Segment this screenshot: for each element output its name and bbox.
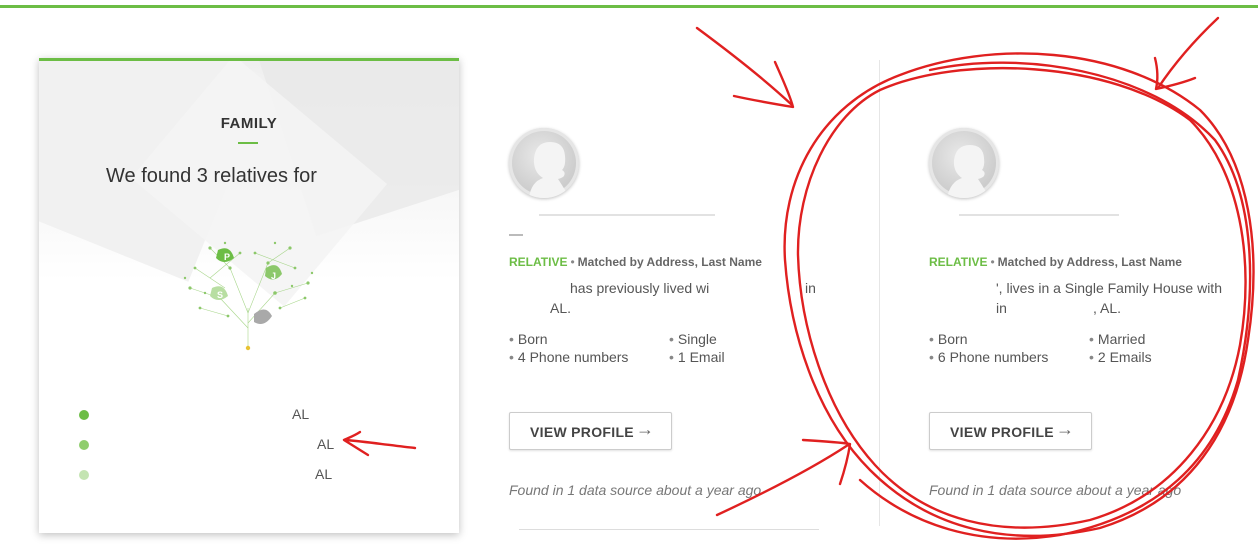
- arrow-right-icon: →: [636, 419, 654, 439]
- fact-item: • Born: [509, 331, 548, 347]
- match-reason: Matched by Address, Last Name: [577, 255, 762, 269]
- annotation-arrow: [801, 438, 852, 486]
- tree-leaf-s: S: [217, 290, 223, 300]
- relative-location: AL: [292, 406, 310, 422]
- fact-item: • 1 Email: [669, 349, 725, 365]
- tree-leaf-p: P: [224, 252, 230, 262]
- view-profile-button[interactable]: VIEW PROFILE →: [509, 412, 672, 450]
- description-line: in: [996, 300, 1007, 316]
- person-silhouette-icon: [509, 128, 579, 198]
- annotation-circle: [796, 66, 1247, 529]
- relative-tag: RELATIVE: [929, 255, 988, 269]
- data-source-note: Found in 1 data source about a year ago: [509, 482, 762, 498]
- card-title: FAMILY: [220, 115, 278, 132]
- top-accent-bar: [0, 5, 1258, 8]
- redacted-name: [959, 214, 1119, 216]
- relative-item[interactable]: AL: [79, 466, 339, 486]
- match-reason: Matched by Address, Last Name: [997, 255, 1182, 269]
- relative-location: AL: [315, 466, 333, 482]
- fact-item: • Born: [929, 331, 968, 347]
- relative-dot: [79, 470, 89, 480]
- arrow-right-icon: →: [1056, 419, 1074, 439]
- description-line: AL.: [550, 300, 572, 316]
- view-profile-label: VIEW PROFILE: [530, 424, 634, 440]
- family-card: FAMILY We found 3 relatives for P J S AL…: [39, 58, 459, 533]
- fact-item: • 4 Phone numbers: [509, 349, 629, 365]
- description-line: , AL.: [1093, 300, 1122, 316]
- description-line-tail: in: [805, 280, 816, 296]
- fact-item: • Married: [1089, 331, 1146, 347]
- match-info: RELATIVE • Matched by Address, Last Name: [929, 255, 1182, 269]
- annotation-arrow: [732, 60, 795, 109]
- description-line: has previously lived wi: [570, 280, 710, 296]
- description-line: ', lives in a Single Family House with: [996, 280, 1222, 296]
- card-heading: We found 3 relatives for: [106, 165, 317, 187]
- family-tree-icon: P J S: [183, 241, 314, 351]
- match-info: RELATIVE • Matched by Address, Last Name: [509, 255, 762, 269]
- relative-location: AL: [317, 436, 335, 452]
- row-divider: [519, 529, 819, 530]
- person-silhouette-icon: [929, 128, 999, 198]
- relative-tag: RELATIVE: [509, 255, 568, 269]
- annotation-arrow: [1156, 16, 1220, 90]
- annotation-arrow: [695, 26, 794, 107]
- view-profile-button[interactable]: VIEW PROFILE →: [929, 412, 1092, 450]
- fact-item: • 2 Emails: [1089, 349, 1152, 365]
- tree-leaf-j: J: [271, 271, 276, 281]
- annotation-arrow: [1153, 56, 1197, 91]
- fact-item: • 6 Phone numbers: [929, 349, 1049, 365]
- data-source-note: Found in 1 data source about a year ago: [929, 482, 1182, 498]
- relative-item[interactable]: AL: [79, 406, 309, 426]
- column-divider: [879, 60, 880, 526]
- annotation-circle: [858, 61, 1252, 540]
- fact-item: • Single: [669, 331, 717, 347]
- redacted-name: [539, 214, 715, 216]
- annotation-arrow: [715, 443, 850, 517]
- relative-dot: [79, 410, 89, 420]
- relative-dot: [79, 440, 89, 450]
- relative-item[interactable]: AL: [79, 436, 339, 456]
- view-profile-label: VIEW PROFILE: [950, 424, 1054, 440]
- title-underline: [238, 142, 258, 144]
- redacted-name: [509, 234, 523, 236]
